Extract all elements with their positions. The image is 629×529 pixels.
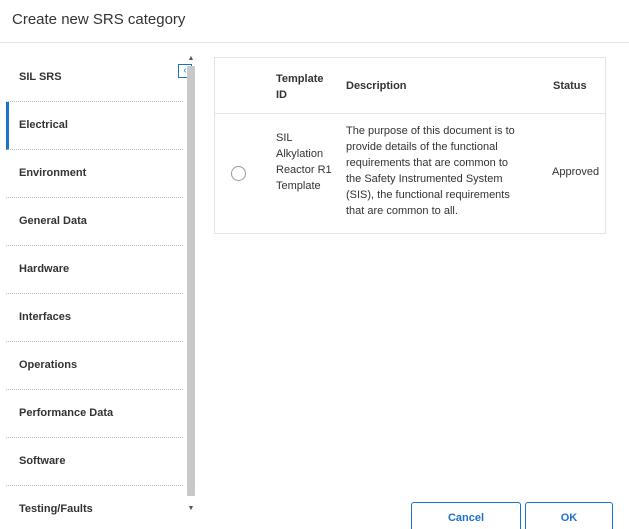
sidebar-item-electrical[interactable]: Electrical xyxy=(6,102,183,150)
sidebar-item-label: Hardware xyxy=(19,263,70,275)
scroll-up-icon[interactable]: ▲ xyxy=(185,54,197,64)
category-sidebar: SIL SRS Electrical Environment General D… xyxy=(0,54,198,529)
sidebar-item-label: General Data xyxy=(19,215,87,227)
dialog-header: Create new SRS category xyxy=(0,0,629,43)
template-table: Template ID Description Status SIL Alkyl… xyxy=(214,57,606,234)
table-row[interactable]: SIL Alkylation Reactor R1 Template The p… xyxy=(215,114,605,233)
sidebar-item-label: Operations xyxy=(19,359,78,371)
dialog-title: Create new SRS category xyxy=(12,11,186,28)
sidebar-item-label: Interfaces xyxy=(19,311,71,323)
sidebar-item-label: Electrical xyxy=(19,119,68,131)
sidebar-item-performance-data[interactable]: Performance Data xyxy=(6,390,183,438)
sidebar-item-environment[interactable]: Environment xyxy=(6,150,183,198)
sidebar-item-interfaces[interactable]: Interfaces xyxy=(6,294,183,342)
column-header-description: Description xyxy=(346,80,407,92)
sidebar-item-software[interactable]: Software xyxy=(6,438,183,486)
sidebar-item-label: SIL SRS xyxy=(19,71,62,83)
sidebar-item-general-data[interactable]: General Data xyxy=(6,198,183,246)
table-header: Template ID Description Status xyxy=(215,58,605,114)
cancel-button[interactable]: Cancel xyxy=(411,502,521,529)
sidebar-item-testing-faults[interactable]: Testing/Faults xyxy=(6,486,183,529)
column-header-template-id: Template ID xyxy=(276,73,324,101)
category-nav: SIL SRS Electrical Environment General D… xyxy=(6,54,183,529)
cell-status: Approved xyxy=(552,166,600,178)
sidebar-item-operations[interactable]: Operations xyxy=(6,342,183,390)
cell-template-id: SIL Alkylation Reactor R1 Template xyxy=(276,132,332,192)
sidebar-item-label: Software xyxy=(19,455,66,467)
column-header-status: Status xyxy=(553,80,587,92)
sidebar-item-label: Testing/Faults xyxy=(19,503,93,515)
ok-button[interactable]: OK xyxy=(525,502,613,529)
sidebar-item-hardware[interactable]: Hardware xyxy=(6,246,183,294)
scroll-down-icon[interactable]: ▼ xyxy=(185,504,197,514)
sidebar-scrollbar[interactable]: ▲ ▼ xyxy=(185,54,197,522)
sidebar-item-sil-srs[interactable]: SIL SRS xyxy=(6,54,183,102)
cell-description: The purpose of this document is to provi… xyxy=(346,125,515,217)
scroll-thumb[interactable] xyxy=(187,66,195,496)
sidebar-item-label: Performance Data xyxy=(19,407,114,419)
sidebar-item-label: Environment xyxy=(19,167,87,179)
row-select-radio[interactable] xyxy=(231,166,246,181)
